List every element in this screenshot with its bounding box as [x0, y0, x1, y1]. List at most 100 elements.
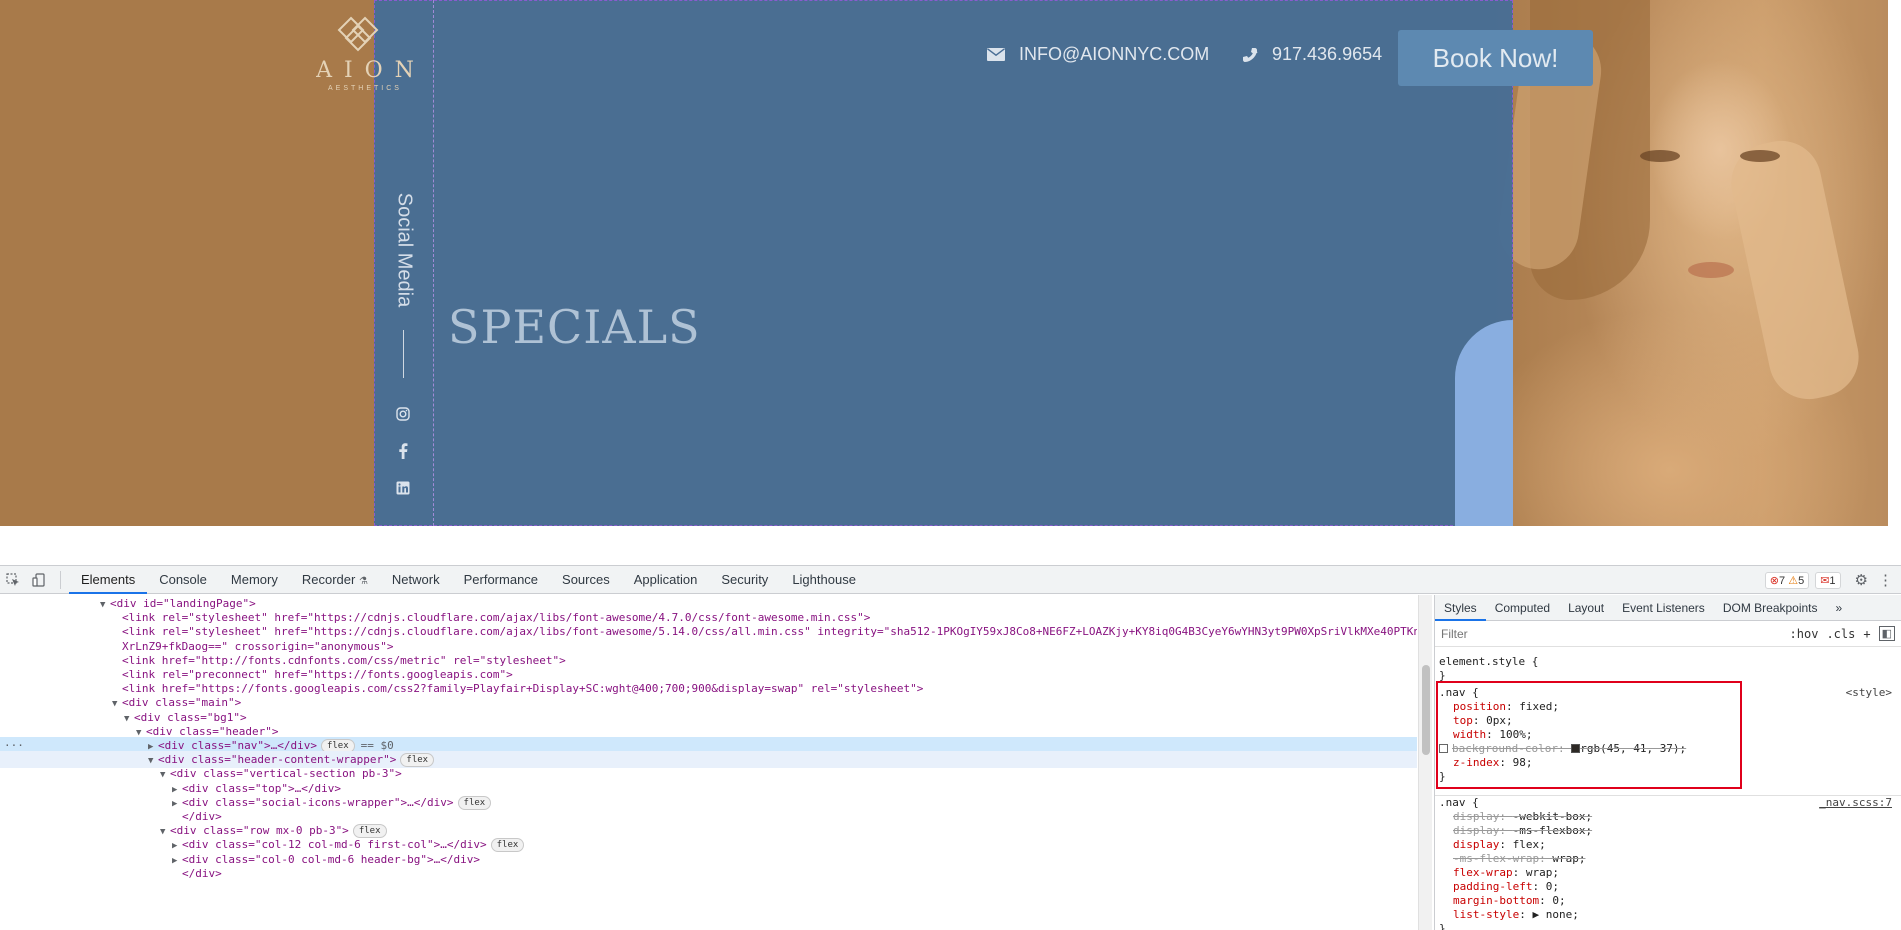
tab-application[interactable]: Application: [622, 566, 710, 594]
tab-recorder[interactable]: Recorder ⚗: [290, 566, 380, 594]
toolbar-right: ⊗7 ⚠5 ✉1 ⚙ ⋮: [1764, 566, 1901, 594]
tab-lighthouse[interactable]: Lighthouse: [780, 566, 868, 594]
toolbar-divider: [60, 570, 61, 589]
dom-node-markup: <div class="vertical-section pb-3">: [170, 767, 402, 781]
selected-node-marker: == $0: [360, 739, 394, 752]
social-divider: [403, 330, 404, 378]
error-warning-counter[interactable]: ⊗7 ⚠5: [1764, 571, 1810, 589]
css-declaration[interactable]: display: flex;: [1439, 838, 1898, 852]
facebook-icon[interactable]: [393, 443, 413, 463]
tab-computed[interactable]: Computed: [1486, 595, 1559, 621]
css-declaration[interactable]: flex-wrap: wrap;: [1439, 866, 1898, 880]
styles-filter-input[interactable]: [1441, 623, 1786, 644]
linkedin-icon[interactable]: [393, 480, 413, 500]
rule-selector: .nav { _nav.scss:7: [1439, 796, 1898, 810]
tab-console[interactable]: Console: [147, 566, 219, 594]
error-count: 7: [1779, 574, 1786, 587]
more-tabs-chevron[interactable]: »: [1827, 595, 1852, 621]
rule-source-link[interactable]: _nav.scss:7: [1819, 796, 1892, 810]
tab-security[interactable]: Security: [709, 566, 780, 594]
logo-diamond-icon: [337, 16, 379, 52]
overlay-padding-highlight: [1455, 320, 1513, 526]
css-value[interactable]: 0;: [1546, 880, 1559, 893]
computed-sidebar-icon[interactable]: ◧: [1878, 626, 1895, 641]
css-value[interactable]: wrap;: [1526, 866, 1559, 879]
colon: :: [1512, 866, 1526, 879]
css-property[interactable]: padding-left: [1453, 880, 1532, 893]
css-property[interactable]: display: [1453, 824, 1499, 837]
css-value[interactable]: ▶ none;: [1532, 908, 1578, 921]
dom-node-markup: <div class="bg1">: [134, 710, 247, 724]
class-toggle[interactable]: .cls: [1822, 627, 1859, 641]
tab-layout[interactable]: Layout: [1559, 595, 1613, 621]
css-declaration[interactable]: display: -ms-flexbox;: [1439, 824, 1898, 838]
css-property[interactable]: -ms-flex-wrap: [1453, 852, 1539, 865]
selector-text: .nav {: [1439, 796, 1479, 809]
flask-icon: ⚗: [358, 575, 368, 587]
inspect-element-icon[interactable]: [0, 566, 26, 594]
settings-gear-icon[interactable]: ⚙: [1855, 571, 1868, 589]
dom-node-markup: </div>: [182, 810, 222, 823]
css-value[interactable]: wrap;: [1552, 852, 1585, 865]
warning-icon: ⚠: [1788, 574, 1799, 587]
tab-elements[interactable]: Elements: [69, 566, 148, 594]
css-value[interactable]: flex;: [1513, 838, 1546, 851]
css-declaration[interactable]: -ms-flex-wrap: wrap;: [1439, 852, 1898, 866]
social-media-label: Social Media: [393, 192, 416, 308]
dom-node-markup: <div class="header-content-wrapper">: [158, 753, 397, 767]
css-value[interactable]: -webkit-box;: [1513, 810, 1592, 823]
css-declaration[interactable]: list-style: ▶ none;: [1439, 908, 1898, 922]
phone-icon: [1243, 47, 1258, 62]
nav-highlight-overlay: [374, 0, 1513, 526]
styles-tab-bar: Styles Computed Layout Event Listeners D…: [1435, 595, 1901, 621]
devtools-panel: Elements Console Memory Recorder ⚗ Netwo…: [0, 565, 1901, 930]
css-value[interactable]: -ms-flexbox;: [1513, 824, 1592, 837]
css-value[interactable]: 0;: [1552, 894, 1565, 907]
book-now-button[interactable]: Book Now!: [1398, 30, 1593, 86]
colon: :: [1532, 880, 1546, 893]
dom-node-line[interactable]: </div>: [0, 865, 1417, 882]
dom-node-markup: <div class="nav">…</div>: [158, 739, 317, 752]
hover-state-toggle[interactable]: :hov: [1786, 627, 1823, 641]
dom-node-markup: <div class="main">: [122, 696, 242, 710]
tab-sources[interactable]: Sources: [550, 566, 622, 594]
tab-memory[interactable]: Memory: [219, 566, 290, 594]
tab-performance[interactable]: Performance: [452, 566, 550, 594]
phone-contact[interactable]: 917.436.9654: [1242, 44, 1382, 65]
element-style-rule[interactable]: element.style { }: [1435, 651, 1901, 683]
element-style-selector: element.style {: [1439, 655, 1539, 668]
css-property[interactable]: list-style: [1453, 908, 1519, 921]
css-declaration[interactable]: margin-bottom: 0;: [1439, 894, 1898, 908]
filter-row: :hov .cls + ◧: [1435, 621, 1901, 647]
tab-dom-breakpoints[interactable]: DOM Breakpoints: [1714, 595, 1827, 621]
dom-node-markup: XrLnZ9+fkDaog==" crossorigin="anonymous"…: [122, 639, 394, 653]
brand-logo[interactable]: AION AESTHETICS: [300, 14, 430, 104]
dom-node-markup: <link rel="preconnect" href="https://fon…: [122, 668, 513, 681]
envelope-icon: [987, 48, 1005, 61]
instagram-icon[interactable]: [393, 406, 413, 426]
annotation-red-box: [1436, 681, 1742, 789]
css-property[interactable]: display: [1453, 838, 1499, 851]
scrollbar-thumb[interactable]: [1422, 665, 1430, 755]
tab-network[interactable]: Network: [380, 566, 452, 594]
rule-source-link[interactable]: <style>: [1846, 686, 1892, 700]
css-declaration[interactable]: padding-left: 0;: [1439, 880, 1898, 894]
devtools-toolbar: Elements Console Memory Recorder ⚗ Netwo…: [0, 566, 1901, 594]
dom-scrollbar[interactable]: [1418, 595, 1432, 930]
new-rule-button[interactable]: +: [1859, 627, 1874, 641]
right-hand-shape: [1723, 133, 1867, 407]
tab-styles[interactable]: Styles: [1435, 595, 1486, 621]
issues-counter[interactable]: ✉1: [1815, 571, 1841, 589]
tab-event-listeners[interactable]: Event Listeners: [1613, 595, 1714, 621]
css-property[interactable]: flex-wrap: [1453, 866, 1513, 879]
css-property[interactable]: display: [1453, 810, 1499, 823]
css-property[interactable]: margin-bottom: [1453, 894, 1539, 907]
dom-node-markup: <div id="landingPage">: [110, 597, 256, 610]
device-toolbar-icon[interactable]: [26, 566, 52, 594]
hero-section: AION AESTHETICS Social Media INFO@AIONNY…: [0, 0, 1888, 526]
more-options-icon[interactable]: ⋮: [1878, 571, 1893, 589]
css-declaration[interactable]: display: -webkit-box;: [1439, 810, 1898, 824]
nav-scss-rule[interactable]: .nav {_nav.scss:7 display: -webkit-box; di…: [1435, 795, 1901, 930]
email-contact[interactable]: INFO@AIONNYC.COM: [987, 44, 1209, 65]
lips-shape: [1688, 262, 1734, 278]
